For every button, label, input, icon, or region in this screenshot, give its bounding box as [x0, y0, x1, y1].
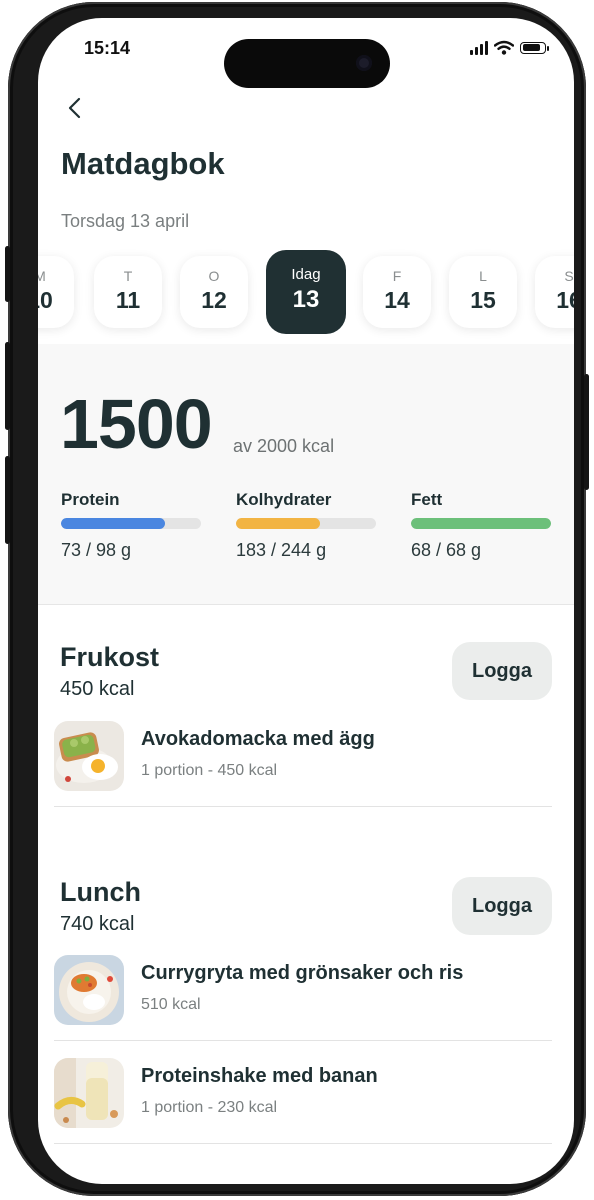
meal-section-lunch: Lunch 740 kcal Logga Currygryta med grön…: [38, 877, 574, 1177]
back-button[interactable]: [62, 94, 90, 122]
chevron-left-icon: [68, 97, 81, 119]
macro-name: Kolhydrater: [236, 490, 332, 509]
day-item[interactable]: M 10: [38, 256, 74, 328]
calories-consumed: 1500: [60, 385, 213, 463]
day-weekday: Idag: [291, 266, 321, 283]
food-item[interactable]: Avokadomacka med ägg 1 portion - 450 kca…: [54, 704, 552, 807]
phone-frame: 15:14 Matdagbok Torsdag 13 april M 0 T 1…: [5, 2, 589, 1196]
current-date: Torsdag 13 april: [61, 211, 190, 231]
day-item-today[interactable]: Idag 13: [266, 250, 346, 334]
battery-icon: [520, 41, 549, 54]
day-weekday: T: [123, 268, 133, 284]
day-weekday: S: [564, 268, 574, 284]
food-name: Avokadomacka med ägg: [141, 728, 375, 750]
macro-value: 68 / 68 g: [411, 540, 482, 560]
day-number: 15: [470, 287, 496, 313]
status-bar: 15:14: [38, 18, 574, 88]
avocado-toast-photo-icon: [54, 721, 124, 791]
signal-icon: [470, 40, 488, 55]
food-name: Proteinshake med banan: [141, 1065, 378, 1087]
food-meta: 510 kcal: [141, 996, 201, 1013]
day-weekday: L: [479, 268, 487, 284]
status-time: 15:14: [84, 38, 131, 58]
day-weekday: O: [208, 268, 220, 284]
meal-section-breakfast: Frukost 450 kcal Logga Avokadomacka med …: [38, 642, 574, 822]
macro-progress-track: [411, 518, 551, 529]
meal-title: Frukost: [60, 642, 160, 672]
macro-value: 73 / 98 g: [61, 540, 132, 560]
day-item[interactable]: O 12: [180, 256, 248, 328]
volume-up-button: [5, 342, 10, 430]
macro-progress-track: [236, 518, 376, 529]
page-title: Matdagbok: [61, 146, 225, 181]
macro-value: 183 / 244 g: [236, 540, 327, 560]
food-name: Currygryta med grönsaker och ris: [141, 962, 464, 984]
meal-kcal: 450 kcal: [60, 678, 135, 700]
meal-title: Lunch: [60, 877, 141, 907]
wifi-icon: [494, 40, 514, 55]
app-screen: 15:14 Matdagbok Torsdag 13 april M 0 T 1…: [38, 18, 574, 1184]
banana-shake-photo-icon: [54, 1058, 124, 1128]
status-icons: [470, 40, 549, 55]
day-number: 12: [201, 287, 227, 313]
food-meta: 1 portion - 450 kcal: [141, 762, 278, 779]
day-weekday: M: [38, 268, 46, 284]
macro-name: Protein: [61, 490, 120, 509]
macro-protein: Protein 73 / 98 g: [61, 490, 203, 561]
mute-switch: [5, 246, 10, 302]
day-number: 16: [556, 287, 574, 313]
day-number: 14: [384, 287, 410, 313]
power-button: [584, 374, 589, 490]
macro-fat: Fett 68 / 68 g: [411, 490, 553, 561]
macro-progress-track: [61, 518, 201, 529]
day-item[interactable]: S 16: [535, 256, 574, 328]
food-item[interactable]: Proteinshake med banan 1 portion - 230 k…: [54, 1041, 552, 1144]
day-item[interactable]: L 15: [449, 256, 517, 328]
macro-progress-fill: [61, 518, 165, 529]
macro-carbs: Kolhydrater 183 / 244 g: [236, 490, 378, 561]
macro-progress-fill: [236, 518, 320, 529]
meal-kcal: 740 kcal: [60, 913, 135, 935]
calorie-summary: 1500 av 2000 kcal Protein 73 / 98 g Kolh…: [38, 344, 574, 605]
log-lunch-button[interactable]: Logga: [452, 877, 552, 935]
log-breakfast-button[interactable]: Logga: [452, 642, 552, 700]
day-item[interactable]: F 14: [363, 256, 431, 328]
volume-down-button: [5, 456, 10, 544]
dynamic-island: [224, 39, 390, 88]
day-number: 13: [292, 286, 320, 313]
calorie-goal: av 2000 kcal: [233, 436, 335, 456]
food-meta: 1 portion - 230 kcal: [141, 1099, 278, 1116]
day-selector: M 10 T 11 O 12 Idag 13 F 14 L 15: [38, 248, 574, 338]
macro-progress-fill: [411, 518, 551, 529]
camera-icon: [356, 55, 372, 71]
day-number: 11: [115, 287, 141, 313]
day-item[interactable]: T 11: [94, 256, 162, 328]
day-number: 10: [38, 287, 53, 313]
macro-name: Fett: [411, 490, 443, 509]
day-weekday: F: [392, 268, 402, 284]
curry-rice-photo-icon: [54, 955, 124, 1025]
food-item[interactable]: Currygryta med grönsaker och ris 510 kca…: [54, 938, 552, 1041]
